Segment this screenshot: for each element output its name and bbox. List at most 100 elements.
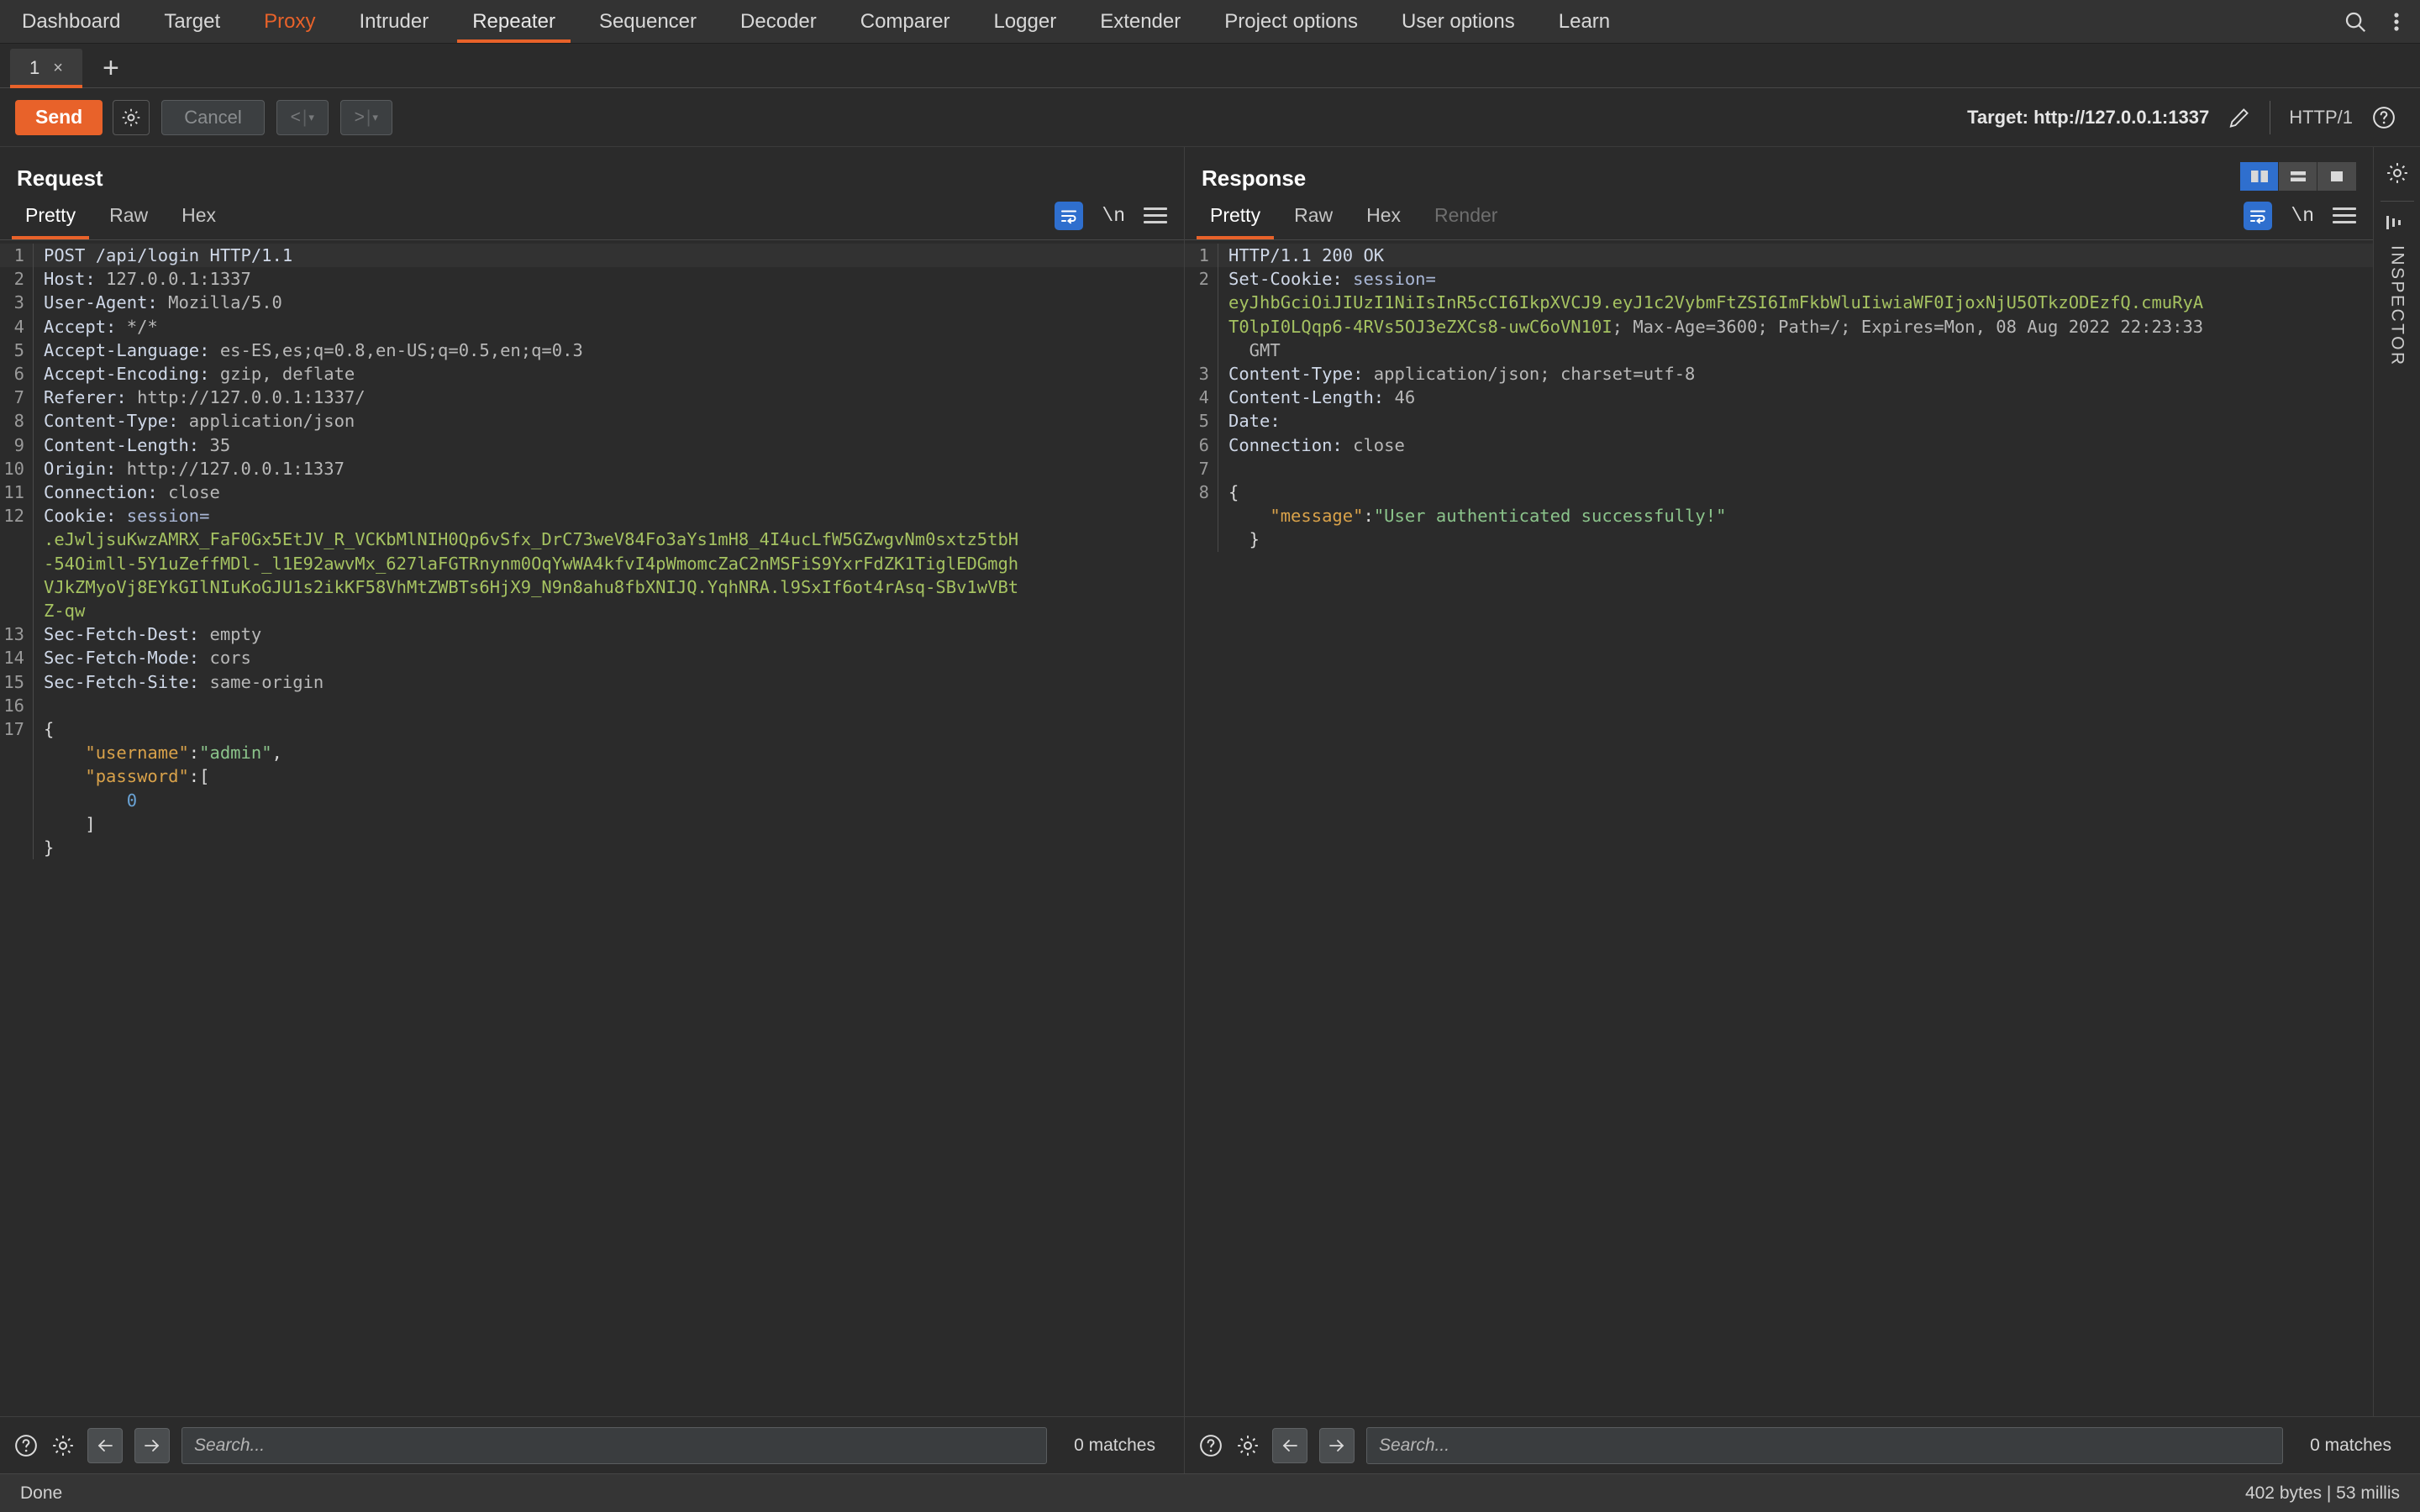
line-number: 13: [0, 622, 34, 647]
line-number: 10: [0, 456, 34, 481]
gear-icon[interactable]: [2385, 160, 2410, 186]
response-stats: 402 bytes | 53 millis: [2244, 1483, 2400, 1503]
request-line: ]: [0, 811, 1184, 837]
nav-tab-learn[interactable]: Learn: [1537, 0, 1632, 43]
line-content: Connection: close: [44, 480, 1184, 504]
line-content: ]: [44, 812, 1184, 836]
request-line: 12 Cookie: session=: [0, 504, 1184, 528]
search-prev-button[interactable]: [1272, 1427, 1307, 1463]
line-number: [0, 575, 34, 600]
nav-tab-decoder[interactable]: Decoder: [718, 0, 839, 43]
line-content: Content-Type: application/json; charset=…: [1228, 362, 2373, 386]
layout-toggle-split-vertical[interactable]: [2240, 162, 2279, 191]
nav-tab-proxy[interactable]: Proxy: [242, 0, 337, 43]
kebab-menu-icon[interactable]: [2385, 9, 2408, 34]
response-tab-hex[interactable]: Hex: [1349, 192, 1418, 239]
request-line: Z-qw: [0, 599, 1184, 623]
response-tab-raw[interactable]: Raw: [1277, 192, 1349, 239]
next-request-button[interactable]: > | ▾: [339, 99, 392, 135]
code-token: es-ES,es;q=0.8,en-US;q=0.5,en;q=0.3: [219, 339, 583, 360]
code-token: Origin:: [44, 458, 127, 479]
request-search-input[interactable]: [182, 1426, 1048, 1464]
request-tab-hex[interactable]: Hex: [165, 192, 233, 239]
http-version-label[interactable]: HTTP/1: [2289, 107, 2353, 129]
inspector-label[interactable]: INSPECTOR: [2387, 245, 2407, 367]
response-line: 2 Set-Cookie: session=: [1185, 267, 2373, 291]
search-next-button[interactable]: [1319, 1427, 1355, 1463]
nav-tab-comparer[interactable]: Comparer: [839, 0, 972, 43]
request-tabs-list: Pretty Raw Hex: [8, 192, 233, 239]
request-title: Request: [17, 165, 103, 191]
code-token: close: [1353, 434, 1405, 455]
previous-request-button[interactable]: < | ▾: [276, 99, 329, 135]
nav-tab-dashboard[interactable]: Dashboard: [0, 0, 142, 43]
line-number: [0, 764, 34, 789]
word-wrap-icon[interactable]: [2244, 201, 2273, 230]
help-circle-icon[interactable]: [2371, 105, 2396, 130]
help-circle-icon[interactable]: [1198, 1433, 1223, 1458]
line-number: [0, 599, 34, 623]
newline-toggle-icon[interactable]: \n: [1102, 205, 1125, 227]
code-token: Referer:: [44, 387, 138, 408]
nav-tab-target[interactable]: Target: [142, 0, 242, 43]
collapse-panel-icon[interactable]: [2385, 213, 2410, 232]
code-token: {: [1228, 482, 1239, 503]
line-content: {: [44, 717, 1184, 741]
request-line: 4 Accept: */*: [0, 314, 1184, 339]
request-tab-raw[interactable]: Raw: [92, 192, 165, 239]
hamburger-menu-icon[interactable]: [2333, 207, 2356, 223]
gear-icon[interactable]: [50, 1433, 76, 1458]
line-content: Content-Length: 35: [44, 433, 1184, 457]
nav-tab-project-options[interactable]: Project options: [1202, 0, 1380, 43]
code-token: application/json: [188, 411, 355, 432]
search-icon[interactable]: [2329, 9, 2381, 34]
nav-tab-logger[interactable]: Logger: [971, 0, 1078, 43]
request-editor[interactable]: 1 POST /api/login HTTP/1.1 2 Host: 127.0.0.…: [0, 240, 1184, 1416]
nav-tab-user-options[interactable]: User options: [1380, 0, 1537, 43]
inspector-rail: INSPECTOR: [2373, 147, 2420, 1416]
repeater-tab-1[interactable]: 1 ×: [10, 49, 82, 88]
code-token: session=: [126, 506, 210, 527]
line-content: }: [44, 836, 1184, 859]
request-line: 10 Origin: http://127.0.0.1:1337: [0, 456, 1184, 481]
cancel-button[interactable]: Cancel: [161, 99, 265, 135]
response-search-input[interactable]: [1366, 1426, 2284, 1464]
status-text: Done: [20, 1483, 63, 1503]
code-token: Accept-Language:: [44, 339, 220, 360]
code-token: :: [1363, 506, 1374, 527]
response-tab-pretty[interactable]: Pretty: [1193, 192, 1277, 239]
code-token: "admin": [199, 743, 272, 764]
newline-toggle-icon[interactable]: \n: [2291, 205, 2314, 227]
code-token: gzip, deflate: [219, 364, 355, 385]
request-settings-button[interactable]: [113, 99, 150, 135]
response-editor[interactable]: 1 HTTP/1.1 200 OK 2 Set-Cookie: session= ey…: [1185, 240, 2373, 1416]
word-wrap-icon[interactable]: [1055, 201, 1084, 230]
request-line: 15 Sec-Fetch-Site: same-origin: [0, 669, 1184, 694]
hamburger-menu-icon[interactable]: [1144, 207, 1167, 223]
layout-toggle-single-pane[interactable]: [2317, 162, 2356, 191]
search-next-button[interactable]: [134, 1427, 170, 1463]
code-token: }: [1228, 529, 1260, 550]
nav-tab-extender[interactable]: Extender: [1078, 0, 1202, 43]
request-tab-pretty[interactable]: Pretty: [8, 192, 92, 239]
pencil-icon[interactable]: [2228, 106, 2251, 129]
main-navigation-bar: Dashboard Target Proxy Intruder Repeater Sequ…: [0, 0, 2420, 44]
nav-tab-intruder[interactable]: Intruder: [337, 0, 450, 43]
code-token: Sec-Fetch-Dest:: [44, 624, 210, 645]
line-content: [1228, 457, 2373, 480]
close-icon[interactable]: ×: [53, 59, 63, 78]
code-token: .eJwljsuKwzAMRX_FaF0Gx5EtJV_R_VCKbMlNIH0…: [44, 529, 1019, 550]
request-line: .eJwljsuKwzAMRX_FaF0Gx5EtJV_R_VCKbMlNIH0…: [0, 528, 1184, 552]
status-bar: Done 402 bytes | 53 millis: [0, 1473, 2420, 1512]
help-circle-icon[interactable]: [13, 1433, 39, 1458]
nav-tab-sequencer[interactable]: Sequencer: [577, 0, 718, 43]
line-content: Content-Length: 46: [1228, 386, 2373, 409]
send-button[interactable]: Send: [15, 99, 103, 135]
gear-icon[interactable]: [1235, 1433, 1260, 1458]
response-line: "message":"User authenticated successful…: [1185, 504, 2373, 528]
nav-tab-repeater[interactable]: Repeater: [450, 0, 577, 43]
search-prev-button[interactable]: [87, 1427, 123, 1463]
add-tab-button[interactable]: +: [103, 54, 119, 82]
layout-toggle-split-horizontal[interactable]: [2279, 162, 2317, 191]
line-number: 9: [0, 433, 34, 457]
